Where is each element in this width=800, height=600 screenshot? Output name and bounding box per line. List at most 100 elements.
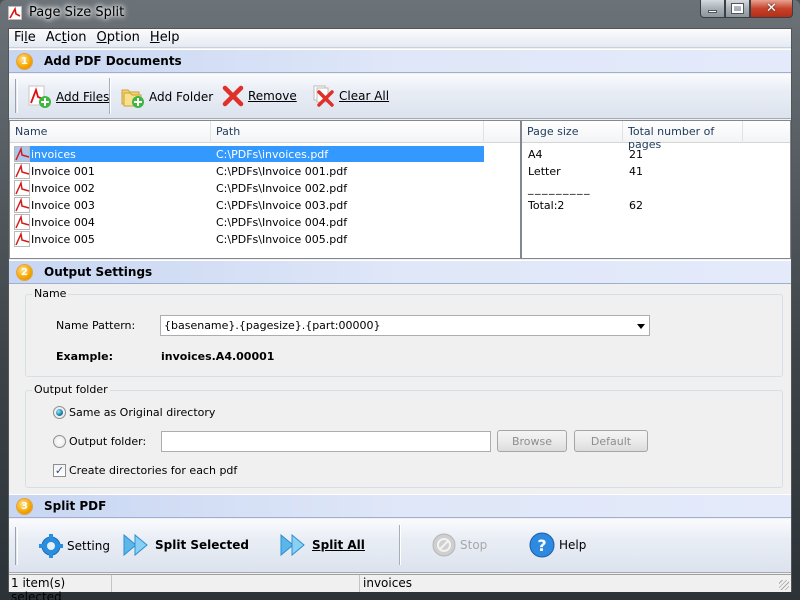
- pdf-file-icon: [14, 180, 30, 196]
- same-as-original-label[interactable]: Same as Original directory: [69, 406, 215, 419]
- column-header-name[interactable]: Name: [10, 121, 211, 143]
- maximize-icon: [731, 3, 744, 14]
- file-path: C:\PDFs\Invoice 002.pdf: [216, 182, 348, 195]
- file-path: C:\PDFs\Invoice 003.pdf: [216, 199, 348, 212]
- resize-grip[interactable]: [779, 580, 789, 590]
- output-folder-input[interactable]: [161, 431, 491, 452]
- list-item[interactable]: Letter 41: [522, 163, 790, 180]
- output-folder-label[interactable]: Output folder:: [69, 435, 146, 448]
- add-files-label: Add Files: [56, 90, 110, 104]
- window-title: Page Size Split: [29, 5, 125, 20]
- clear-all-label: Clear All: [339, 89, 390, 103]
- section-add-pdf-documents: 1 Add PDF Documents: [9, 49, 791, 73]
- help-icon: ?: [529, 532, 555, 558]
- file-name: Invoice 002: [31, 182, 95, 195]
- page-size-cell: A4: [528, 148, 543, 161]
- pdf-file-icon: [14, 231, 30, 247]
- table-row[interactable]: Invoice 002 C:\PDFs\Invoice 002.pdf: [10, 180, 520, 197]
- file-name: Invoice 005: [31, 233, 95, 246]
- column-header-path[interactable]: Path: [211, 121, 484, 143]
- browse-button[interactable]: Browse: [497, 430, 567, 452]
- split-selected-button[interactable]: Split Selected: [123, 533, 249, 557]
- add-folder-button[interactable]: Add Folder: [121, 85, 213, 109]
- split-toolbar: Setting Split Selected Split All Stop ? …: [9, 519, 791, 573]
- remove-label: Remove: [248, 89, 297, 103]
- help-button[interactable]: ? Help: [529, 532, 586, 558]
- table-row[interactable]: Invoice 004 C:\PDFs\Invoice 004.pdf: [10, 214, 520, 231]
- clear-all-icon: [313, 85, 334, 107]
- setting-button[interactable]: Setting: [39, 534, 110, 558]
- pdf-file-icon: [14, 197, 30, 213]
- minimize-button[interactable]: [700, 0, 725, 18]
- file-list-header: Name Path: [10, 121, 520, 143]
- client-area: File Action Option Help 1 Add PDF Documents…: [8, 28, 792, 600]
- pages-cell: 41: [629, 165, 643, 178]
- list-item[interactable]: A4 21: [522, 146, 790, 163]
- file-name: Invoice 001: [31, 165, 95, 178]
- status-current-file: invoices: [363, 576, 412, 590]
- table-row[interactable]: Invoice 005 C:\PDFs\Invoice 005.pdf: [10, 231, 520, 248]
- status-bar: 1 item(s) selected invoices: [9, 574, 791, 600]
- section-title: Split PDF: [44, 499, 107, 513]
- toolbar-grip[interactable]: [15, 79, 18, 113]
- list-item-total[interactable]: Total:2 62: [522, 197, 790, 214]
- step-3-badge: 3: [17, 499, 32, 514]
- maximize-button[interactable]: [725, 0, 750, 18]
- fast-forward-icon: [123, 533, 148, 557]
- menu-option[interactable]: Option: [92, 29, 145, 47]
- help-label: Help: [559, 538, 587, 552]
- toolbar-separator: [399, 525, 401, 565]
- add-folder-icon: [121, 89, 144, 108]
- status-middle: [112, 575, 360, 592]
- table-row[interactable]: Invoice 001 C:\PDFs\Invoice 001.pdf: [10, 163, 520, 180]
- table-row[interactable]: Invoice 003 C:\PDFs\Invoice 003.pdf: [10, 197, 520, 214]
- output-folder-radio[interactable]: [53, 435, 66, 448]
- example-label: Example:: [56, 350, 113, 363]
- file-name: Invoice 003: [31, 199, 95, 212]
- add-files-icon: [28, 85, 51, 108]
- close-button[interactable]: ✕: [750, 0, 793, 18]
- list-separator: _ _ _ _ _ _ _ _ _: [522, 180, 790, 197]
- file-name: Invoice 004: [31, 216, 95, 229]
- create-dirs-checkbox[interactable]: ✓: [53, 464, 66, 477]
- table-row[interactable]: invoices C:\PDFs\invoices.pdf: [10, 146, 520, 163]
- create-dirs-label[interactable]: Create directories for each pdf: [69, 464, 237, 477]
- add-folder-label: Add Folder: [149, 90, 214, 104]
- split-all-button[interactable]: Split All: [280, 533, 365, 557]
- example-value: invoices.A4.00001: [161, 350, 275, 363]
- menu-help[interactable]: Help: [145, 29, 185, 47]
- name-pattern-combo[interactable]: {basename}.{pagesize}.{part:00000}: [160, 315, 650, 336]
- stop-icon: [432, 533, 456, 557]
- pages-cell: 21: [629, 148, 643, 161]
- stop-button[interactable]: Stop: [432, 533, 487, 557]
- file-path: C:\PDFs\Invoice 001.pdf: [216, 165, 348, 178]
- step-2-badge: 2: [17, 265, 32, 280]
- column-header-total-pages[interactable]: Total number of pages: [623, 121, 743, 151]
- name-group: Name Name Pattern: {basename}.{pagesize}…: [25, 287, 783, 377]
- page-size-list[interactable]: Page size Total number of pages A4 21 Le…: [521, 120, 791, 259]
- menu-action[interactable]: Action: [41, 29, 92, 47]
- chevron-down-icon[interactable]: [637, 324, 645, 329]
- minimize-icon: [708, 10, 717, 13]
- pdf-file-icon: [14, 214, 30, 230]
- file-list[interactable]: Name Path invoices C:\PDFs\invoices.pdf In…: [9, 120, 521, 259]
- menu-file[interactable]: File: [9, 29, 41, 47]
- same-as-original-radio[interactable]: [53, 406, 66, 419]
- name-pattern-value: {basename}.{pagesize}.{part:00000}: [164, 319, 381, 332]
- file-path: C:\PDFs\invoices.pdf: [216, 148, 329, 161]
- group-label: Name: [32, 287, 69, 300]
- toolbar-grip[interactable]: [15, 527, 18, 565]
- title-bar[interactable]: Page Size Split ✕: [0, 0, 800, 28]
- separator-text: _ _ _ _ _ _ _ _ _: [528, 182, 589, 195]
- column-header-page-size[interactable]: Page size: [522, 121, 623, 143]
- clear-all-button[interactable]: Clear All: [313, 85, 389, 107]
- close-icon: ✕: [766, 1, 777, 16]
- add-toolbar: Add Files Add Folder Remove Clear All: [9, 74, 791, 119]
- split-all-label: Split All: [312, 538, 365, 552]
- remove-button[interactable]: Remove: [222, 85, 297, 107]
- default-button[interactable]: Default: [574, 430, 648, 452]
- name-pattern-label-text: Name Pattern:: [56, 319, 136, 332]
- pdf-file-icon: [14, 146, 30, 162]
- section-title: Add PDF Documents: [44, 54, 182, 68]
- add-files-button[interactable]: Add Files: [28, 85, 109, 109]
